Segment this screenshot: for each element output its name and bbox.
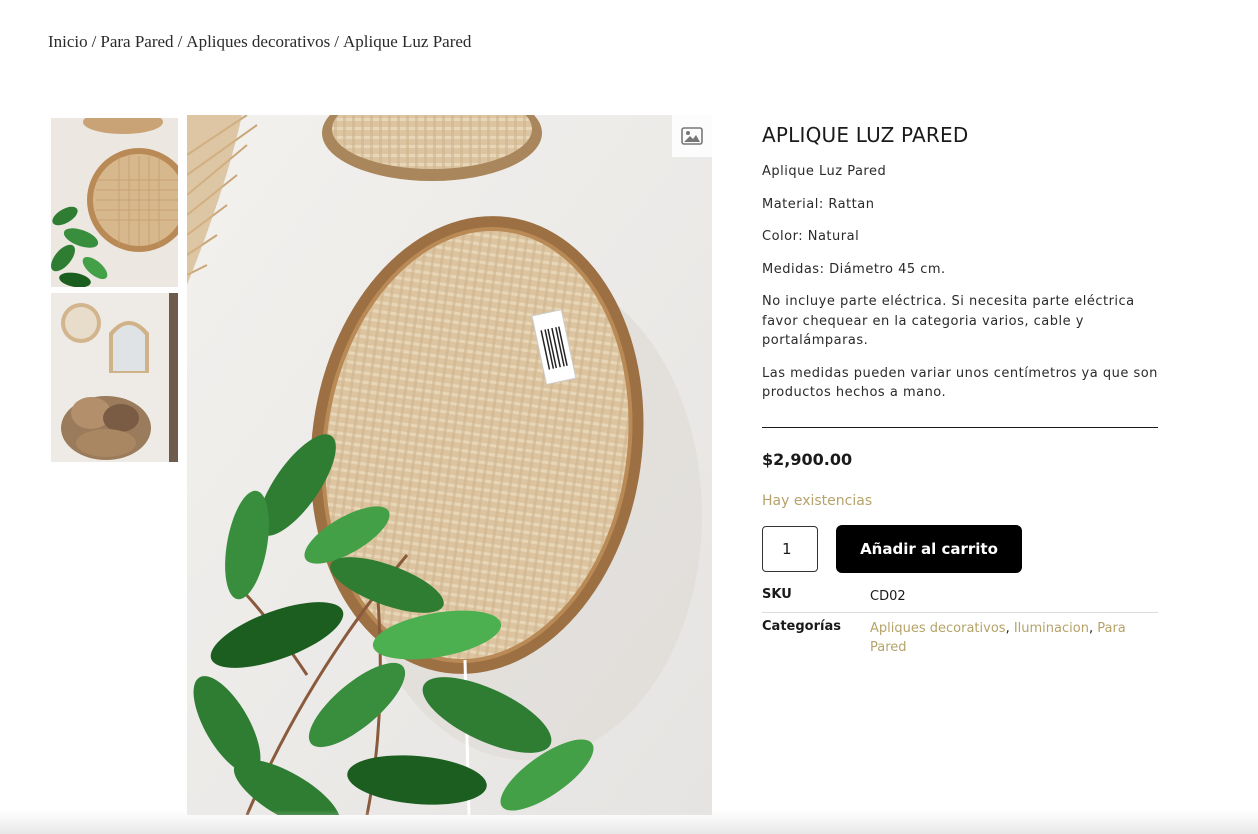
- description-line: Aplique Luz Pared: [762, 164, 887, 179]
- categories-value: Apliques decorativos, Iluminacion, Para …: [870, 620, 1126, 655]
- description-line: No incluye parte eléctrica. Si necesita …: [762, 294, 1135, 348]
- product-summary: APLIQUE LUZ PARED Aplique Luz Pared Mate…: [762, 122, 1158, 663]
- categories-label: Categorías: [762, 618, 841, 634]
- category-link-apliques-decorativos[interactable]: Apliques decorativos: [870, 621, 1006, 636]
- product-main-image[interactable]: [187, 115, 712, 815]
- thumbnail-rattan-wall-light[interactable]: [51, 118, 178, 287]
- gallery-zoom-button[interactable]: [672, 115, 712, 157]
- breadcrumb-link-apliques-decorativos[interactable]: Apliques decorativos: [186, 32, 330, 51]
- breadcrumb-separator: /: [91, 32, 97, 51]
- product-description: Aplique Luz Pared Material: Rattan Color…: [762, 162, 1158, 403]
- add-to-cart-button[interactable]: Añadir al carrito: [836, 524, 1022, 573]
- description-line: Material: Rattan: [762, 196, 875, 212]
- product-meta: SKU CD02 Categorías Apliques decorativos…: [762, 580, 1158, 663]
- add-to-cart-form: Añadir al carrito: [762, 524, 1158, 573]
- image-icon: [681, 127, 703, 145]
- gallery-thumbnails: [51, 118, 178, 468]
- description-line: Medidas: Diámetro 45 cm.: [762, 261, 946, 277]
- breadcrumb-link-inicio[interactable]: Inicio: [48, 32, 88, 51]
- meta-row-categories: Categorías Apliques decorativos, Ilumina…: [762, 612, 1158, 663]
- breadcrumb-link-para-pared[interactable]: Para Pared: [100, 32, 173, 51]
- breadcrumb-separator: /: [177, 32, 183, 51]
- description-line: Las medidas pueden variar unos centímetr…: [762, 365, 1158, 401]
- thumbnail-mirrors-dried-flowers[interactable]: [51, 293, 178, 462]
- quantity-input[interactable]: [762, 525, 818, 572]
- sku-value: CD02: [870, 580, 1158, 613]
- divider: [762, 426, 1158, 428]
- sku-label: SKU: [762, 580, 870, 613]
- category-link-iluminacion[interactable]: Iluminacion: [1014, 621, 1089, 636]
- product-price: $2,900.00: [762, 449, 853, 469]
- product-title: APLIQUE LUZ PARED: [762, 123, 969, 147]
- description-line: Color: Natural: [762, 229, 860, 244]
- breadcrumb-current: Aplique Luz Pared: [343, 32, 472, 51]
- breadcrumb: Inicio / Para Pared / Apliques decorativos / A…: [48, 32, 471, 52]
- meta-row-sku: SKU CD02: [762, 580, 1158, 613]
- bottom-edge-shadow: [0, 810, 1258, 834]
- breadcrumb-separator: /: [334, 32, 340, 51]
- stock-status: Hay existencias: [762, 492, 873, 509]
